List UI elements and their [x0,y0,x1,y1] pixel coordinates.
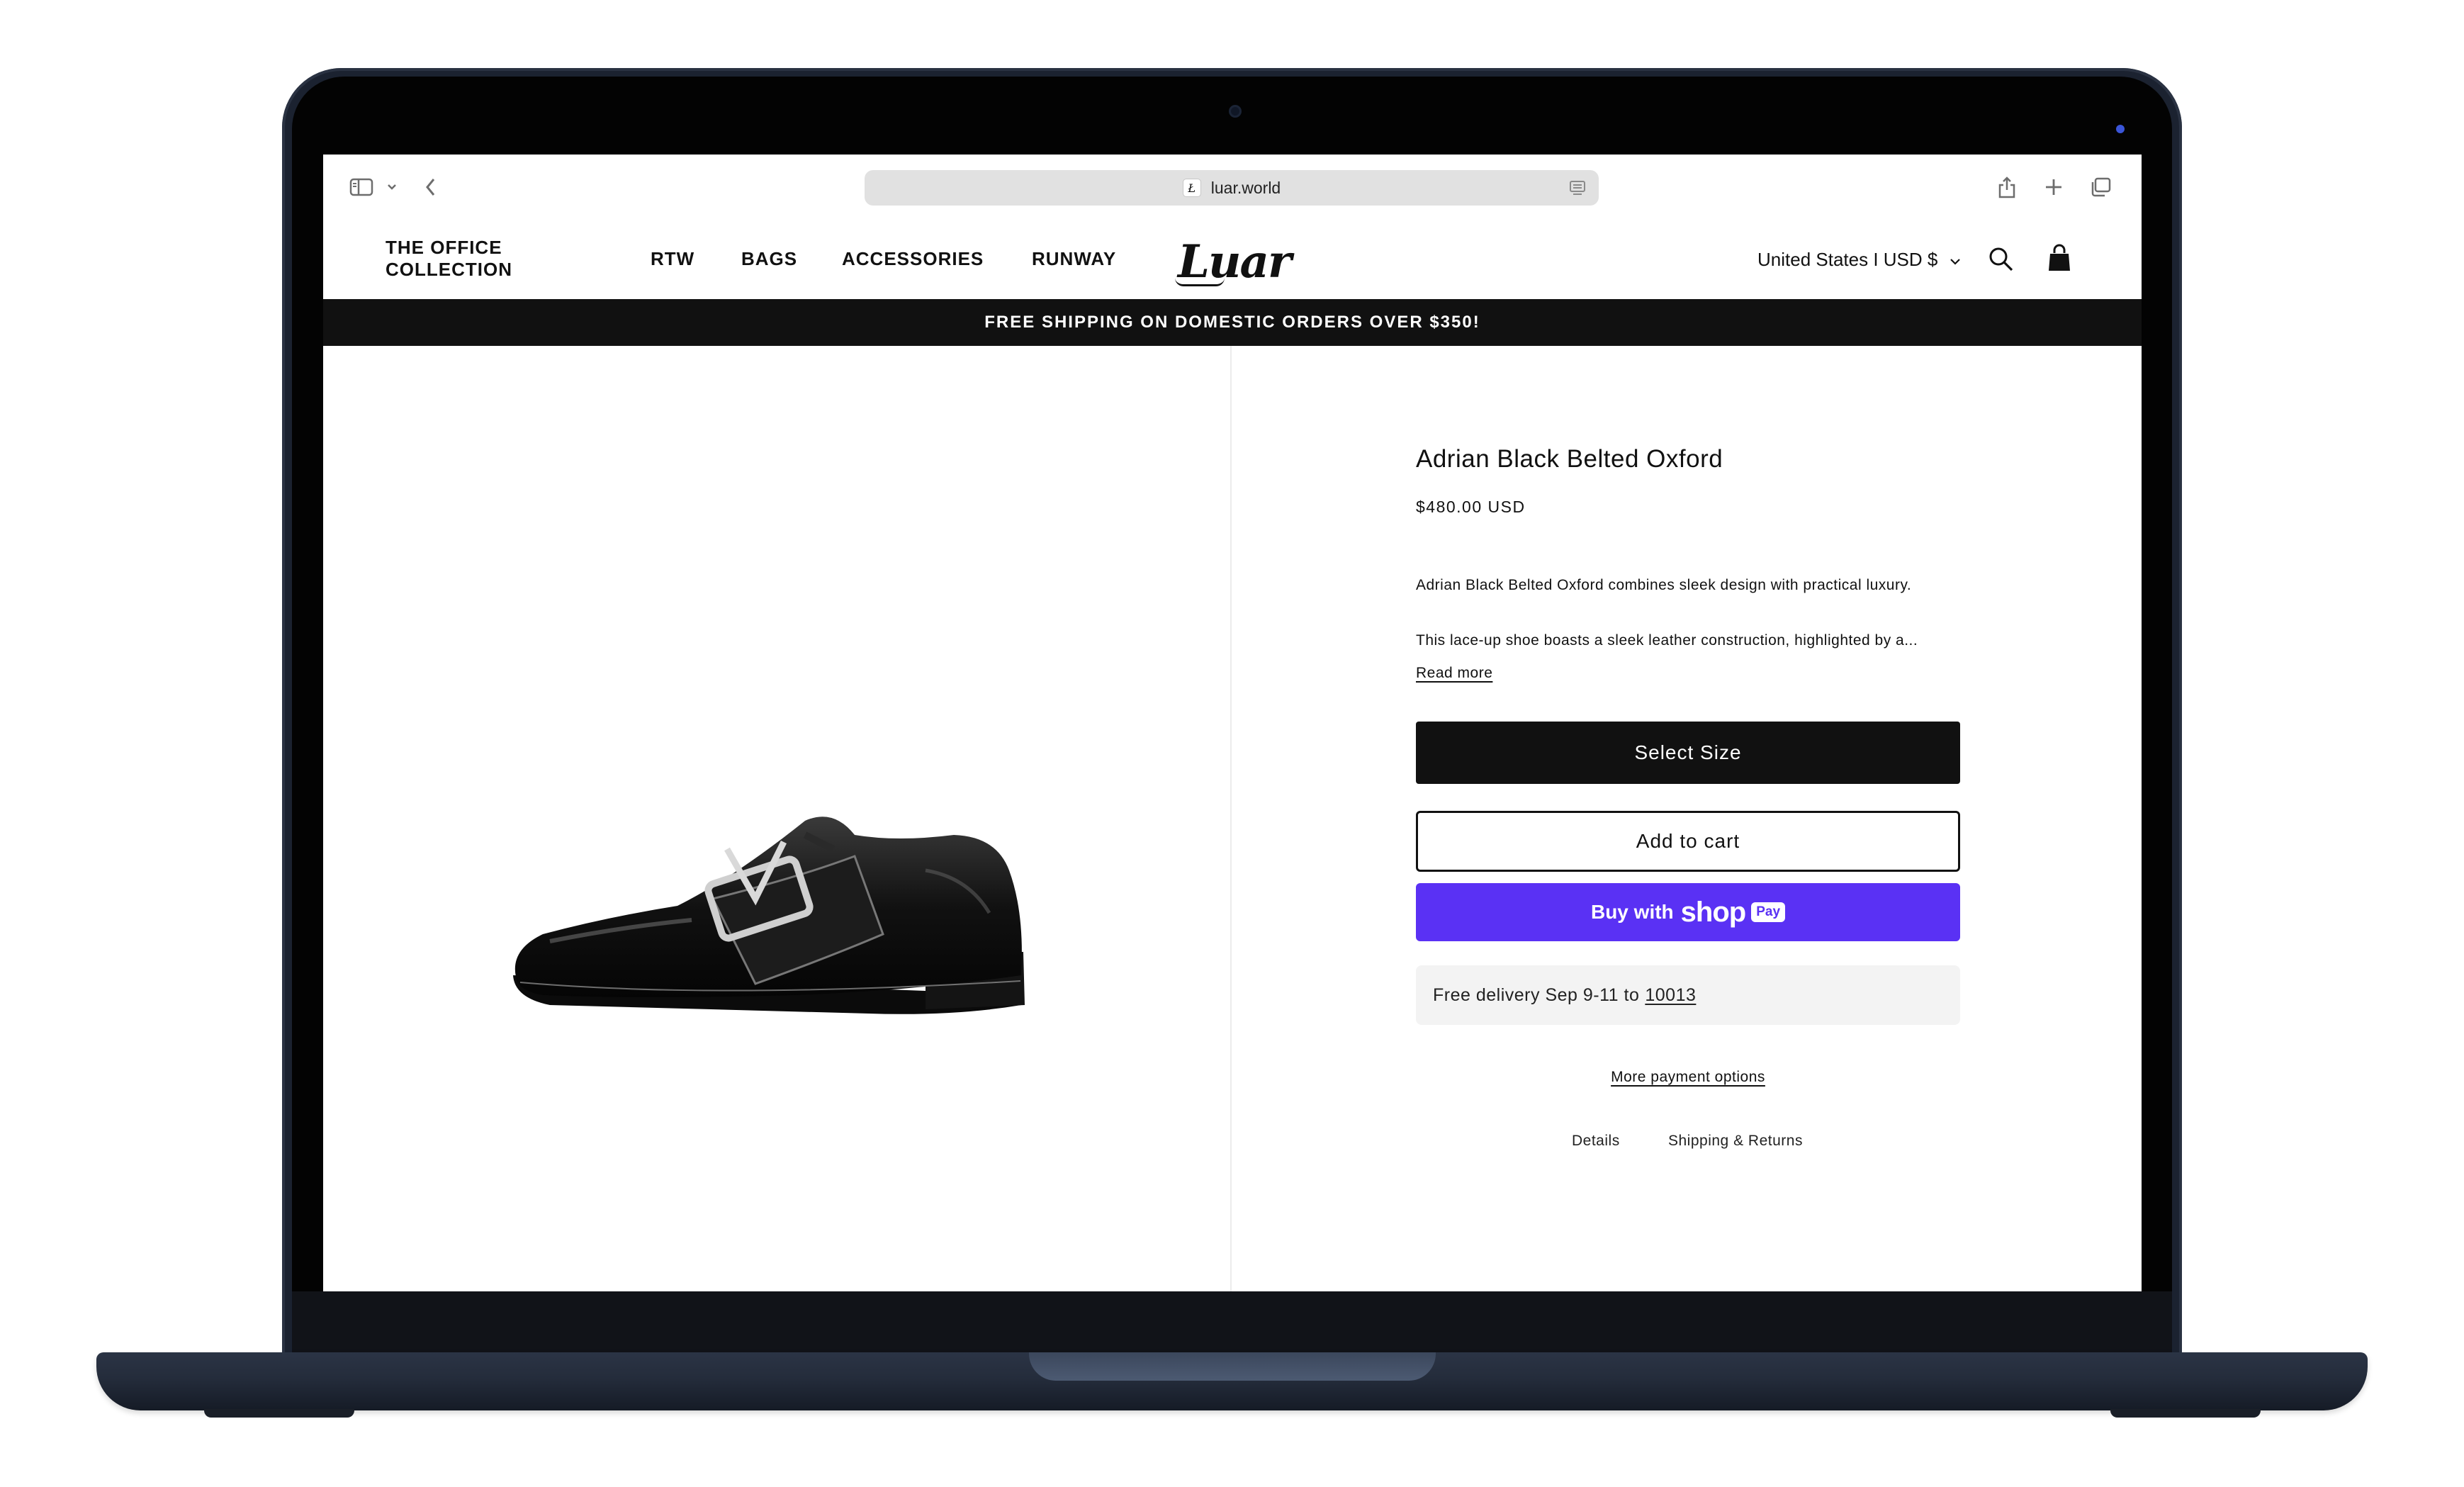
nav-office-collection[interactable]: THE OFFICE COLLECTION [386,237,512,281]
select-size-button[interactable]: Select Size [1416,722,1960,784]
shoe-image[interactable] [500,792,1053,1033]
stage: Ł luar.world THE OFFICE COLLECTION RTW B… [0,0,2464,1487]
announcement-bar: FREE SHIPPING ON DOMESTIC ORDERS OVER $3… [323,299,2142,346]
more-payment-options-link[interactable]: More payment options [1416,1069,1960,1086]
tab-shipping-returns[interactable]: Shipping & Returns [1668,1133,1803,1150]
logo-swash [1175,278,1225,286]
tab-details[interactable]: Details [1572,1133,1620,1150]
shop-logo: shop [1680,896,1747,928]
shop-pay-button[interactable]: Buy with shop Pay [1416,883,1960,941]
product-tabs: Details Shipping & Returns [1416,1133,1960,1157]
product-description-line-2: This lace-up shoe boasts a sleek leather… [1416,632,1918,649]
nav-rtw[interactable]: RTW [651,248,694,270]
locale-selector[interactable]: United States I USD $ [1757,245,1962,274]
read-more-link[interactable]: Read more [1416,665,1492,682]
chevron-down-icon [1949,249,1962,271]
reader-icon[interactable] [1569,180,1586,199]
plus-icon[interactable] [2038,172,2069,203]
locale-label: United States I USD $ [1757,248,1938,270]
tabs-icon[interactable] [2085,172,2116,203]
product-main: Adrian Black Belted Oxford $480.00 USD A… [323,346,2142,1291]
laptop-chin [292,1291,2172,1359]
laptop-foot-right [2110,1409,2261,1418]
nav-runway[interactable]: RUNWAY [1032,248,1116,270]
delivery-text: Free delivery Sep 9-11 to [1433,984,1640,1005]
laptop-notch [1029,1352,1436,1381]
product-price: $480.00 USD [1416,498,1526,516]
delivery-zip-link[interactable]: 10013 [1645,985,1696,1006]
site-favicon: Ł [1182,179,1201,197]
back-icon[interactable] [415,172,446,203]
site-header: THE OFFICE COLLECTION RTW BAGS ACCESSORI… [323,218,2142,299]
product-title: Adrian Black Belted Oxford [1416,445,1723,473]
browser-toolbar: Ł luar.world [323,155,2142,218]
laptop-foot-left [204,1409,354,1418]
sidebar-icon[interactable] [346,172,377,203]
nav-accessories[interactable]: ACCESSORIES [842,248,984,270]
share-icon[interactable] [1991,172,2023,203]
nav-bags[interactable]: BAGS [741,248,797,270]
bag-icon[interactable] [2045,242,2074,274]
add-to-cart-button[interactable]: Add to cart [1416,811,1960,872]
delivery-estimate: Free delivery Sep 9-11 to 10013 [1416,965,1960,1025]
shop-pay-buy-with: Buy with [1590,901,1674,923]
product-description-line-1: Adrian Black Belted Oxford combines slee… [1416,577,1912,593]
indicator-light [2116,125,2125,133]
pay-badge: Pay [1751,902,1786,922]
camera-icon [1229,105,1242,118]
url-text: luar.world [1210,178,1281,197]
search-icon[interactable] [1987,245,2015,274]
address-bar[interactable]: Ł luar.world [865,170,1599,206]
product-gallery [323,346,1232,1291]
screen: Ł luar.world THE OFFICE COLLECTION RTW B… [323,155,2142,1291]
chevron-down-icon[interactable] [383,172,401,203]
